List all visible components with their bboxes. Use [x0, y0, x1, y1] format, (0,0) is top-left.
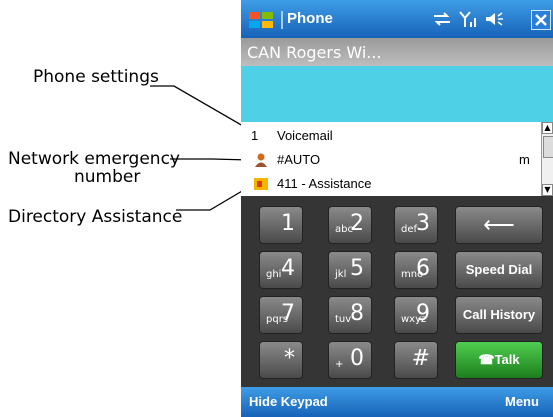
- key-letters: jkl: [335, 269, 347, 280]
- speed-dial-button[interactable]: Speed Dial: [455, 251, 543, 289]
- key-digit: 9: [416, 301, 430, 326]
- key-letters: ghi: [266, 269, 282, 280]
- key-letters: tuv: [335, 314, 352, 325]
- key-digit: 8: [350, 301, 364, 326]
- carrier-name: CAN Rogers Wi...: [247, 43, 382, 62]
- backspace-button[interactable]: ⟵: [455, 206, 543, 244]
- list-item-label: 411 - Assistance: [277, 176, 372, 191]
- keypad: 1 abc 2 def 3 ⟵ ghi 4 jkl 5 mno 6 Speed …: [241, 196, 553, 387]
- key-1[interactable]: 1: [259, 206, 303, 244]
- carrier-bar: CAN Rogers Wi...: [241, 38, 553, 66]
- key-6[interactable]: mno 6: [394, 251, 438, 289]
- key-digit: 5: [350, 256, 364, 281]
- key-letters: +: [335, 359, 344, 370]
- callout-network-emergency-line2: number: [74, 167, 141, 187]
- key-letters: def: [401, 224, 418, 235]
- talk-label: Talk: [478, 352, 519, 367]
- key-digit: 0: [350, 346, 364, 371]
- list-item-voicemail[interactable]: 1 Voicemail: [241, 124, 541, 148]
- voicemail-number: 1: [251, 128, 259, 143]
- callout-network-emergency: Network emergency: [8, 149, 180, 169]
- key-digit: #: [411, 346, 430, 371]
- key-9[interactable]: wxyz 9: [394, 296, 438, 334]
- key-4[interactable]: ghi 4: [259, 251, 303, 289]
- list-item-label: Voicemail: [277, 128, 333, 143]
- hide-keypad-softkey[interactable]: Hide Keypad: [249, 394, 328, 409]
- key-5[interactable]: jkl 5: [328, 251, 372, 289]
- assistance-icon: [254, 178, 268, 190]
- callout-phone-settings: Phone settings: [33, 67, 159, 87]
- list-item-type-tag: m: [519, 152, 530, 167]
- talk-button[interactable]: Talk: [455, 341, 543, 379]
- signal-icon[interactable]: [457, 8, 479, 30]
- list-item-assistance[interactable]: 411 - Assistance: [241, 172, 541, 196]
- callout-directory-assistance: Directory Assistance: [8, 207, 183, 227]
- key-digit: 4: [281, 256, 295, 281]
- phone-device: Phone CAN Rogers Wi... 1 Voicemail #AUTO…: [241, 0, 553, 417]
- speaker-icon[interactable]: [483, 8, 505, 30]
- app-title: Phone: [287, 10, 333, 27]
- scroll-down-icon[interactable]: ▼: [542, 184, 553, 196]
- speed-dial-list: 1 Voicemail #AUTO m 411 - Assistance: [241, 122, 553, 196]
- key-digit: 6: [416, 256, 430, 281]
- scroll-up-icon[interactable]: ▲: [542, 122, 553, 134]
- key-pound[interactable]: #: [394, 341, 438, 379]
- key-digit: 1: [281, 211, 295, 236]
- title-separator: [281, 11, 283, 29]
- key-digit: *: [284, 346, 295, 371]
- contact-icon: [255, 153, 267, 167]
- list-scrollbar[interactable]: ▲ ▼: [541, 122, 553, 196]
- close-icon[interactable]: [531, 10, 551, 30]
- softkey-bar: Hide Keypad Menu: [241, 387, 553, 417]
- key-digit: 2: [350, 211, 364, 236]
- key-7[interactable]: pqrs 7: [259, 296, 303, 334]
- key-0[interactable]: + 0: [328, 341, 372, 379]
- key-8[interactable]: tuv 8: [328, 296, 372, 334]
- connectivity-icon[interactable]: [431, 8, 453, 30]
- dial-number-display[interactable]: [241, 66, 553, 122]
- menu-softkey[interactable]: Menu: [505, 394, 539, 409]
- key-3[interactable]: def 3: [394, 206, 438, 244]
- title-bar: Phone: [241, 0, 553, 38]
- scroll-thumb[interactable]: [543, 136, 553, 158]
- list-item-label: #AUTO: [277, 152, 321, 167]
- start-menu-icon[interactable]: [247, 10, 275, 30]
- list-item-auto[interactable]: #AUTO: [241, 148, 541, 172]
- key-star[interactable]: *: [259, 341, 303, 379]
- call-history-button[interactable]: Call History: [455, 296, 543, 334]
- key-digit: 7: [281, 301, 295, 326]
- key-digit: 3: [416, 211, 430, 236]
- key-2[interactable]: abc 2: [328, 206, 372, 244]
